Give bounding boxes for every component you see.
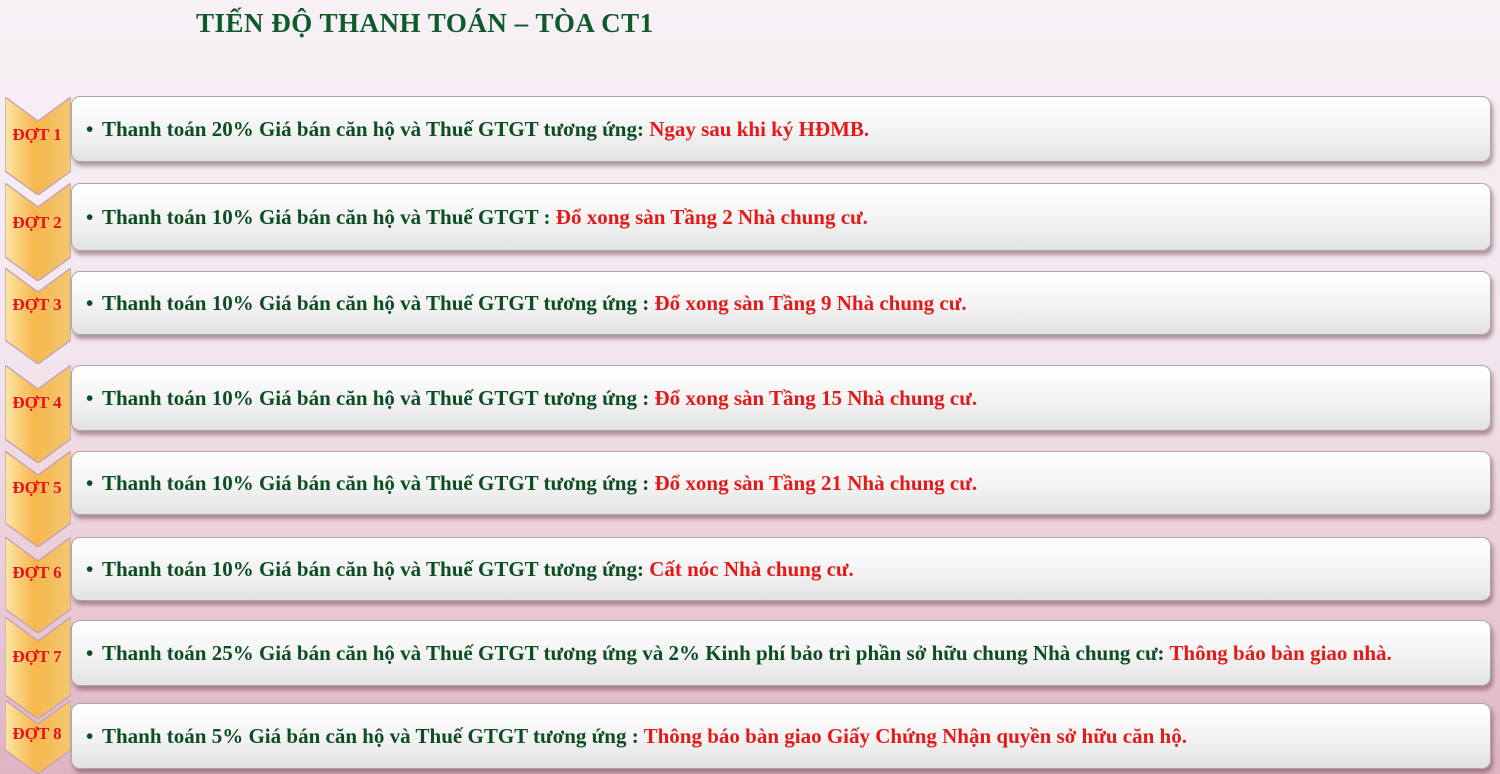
payment-terms: Thanh toán 10% Giá bán căn hộ và Thuế GT… <box>102 557 650 581</box>
step-content-box: • Thanh toán 10% Giá bán căn hộ và Thuế G… <box>71 537 1491 601</box>
step-content-box: • Thanh toán 20% Giá bán căn hộ và Thuế G… <box>71 96 1491 162</box>
step-label: ĐỢT 8 <box>12 724 62 743</box>
step-description: • Thanh toán 10% Giá bán căn hộ và Thuế G… <box>86 557 854 581</box>
bullet-icon: • <box>86 724 94 748</box>
payment-terms: Thanh toán 10% Giá bán căn hộ và Thuế GT… <box>102 386 655 410</box>
bullet-icon: • <box>86 117 94 141</box>
step-content-box: • Thanh toán 10% Giá bán căn hộ và Thuế G… <box>71 183 1491 251</box>
payment-terms: Thanh toán 10% Giá bán căn hộ và Thuế GT… <box>102 471 655 495</box>
step-description: • Thanh toán 10% Giá bán căn hộ và Thuế G… <box>86 291 967 315</box>
step-content-box: • Thanh toán 10% Giá bán căn hộ và Thuế G… <box>71 365 1491 431</box>
bullet-icon: • <box>86 386 94 410</box>
payment-schedule: ĐỢT 1 • Thanh toán 20% Giá bán căn hộ và T… <box>0 0 1500 774</box>
chevron-arrow-icon <box>5 97 71 195</box>
payment-milestone: Đổ xong sàn Tầng 9 Nhà chung cư. <box>654 291 967 315</box>
chevron-arrow-icon <box>5 365 71 463</box>
step-label: ĐỢT 5 <box>12 478 62 497</box>
payment-terms: Thanh toán 10% Giá bán căn hộ và Thuế GT… <box>102 205 556 229</box>
step-content-box: • Thanh toán 10% Giá bán căn hộ và Thuế G… <box>71 451 1491 515</box>
step-label: ĐỢT 7 <box>12 647 62 666</box>
step-label: ĐỢT 6 <box>12 563 62 582</box>
payment-milestone: Ngay sau khi ký HĐMB. <box>649 117 870 141</box>
step-description: • Thanh toán 25% Giá bán căn hộ và Thuế G… <box>86 641 1392 665</box>
payment-terms: Thanh toán 10% Giá bán căn hộ và Thuế GT… <box>102 291 655 315</box>
bullet-icon: • <box>86 291 94 315</box>
step-content-box: • Thanh toán 5% Giá bán căn hộ và Thuế GT… <box>71 703 1491 769</box>
payment-milestone: Thông báo bàn giao nhà. <box>1169 641 1392 665</box>
step-description: • Thanh toán 10% Giá bán căn hộ và Thuế G… <box>86 471 978 495</box>
step-label: ĐỢT 1 <box>12 125 62 144</box>
step-label: ĐỢT 3 <box>12 295 62 314</box>
bullet-icon: • <box>86 641 94 665</box>
step-description: • Thanh toán 10% Giá bán căn hộ và Thuế G… <box>86 386 978 410</box>
chevron-arrow-icon <box>5 268 71 364</box>
payment-terms: Thanh toán 5% Giá bán căn hộ và Thuế GTG… <box>102 724 644 748</box>
step-content-box: • Thanh toán 10% Giá bán căn hộ và Thuế G… <box>71 271 1491 335</box>
payment-milestone: Đổ xong sàn Tầng 21 Nhà chung cư. <box>654 471 978 495</box>
bullet-icon: • <box>86 557 94 581</box>
step-description: • Thanh toán 10% Giá bán căn hộ và Thuế G… <box>86 205 868 229</box>
step-description: • Thanh toán 20% Giá bán căn hộ và Thuế G… <box>86 117 870 141</box>
payment-terms: Thanh toán 25% Giá bán căn hộ và Thuế GT… <box>102 641 1170 665</box>
chevron-arrow-icon <box>5 451 71 547</box>
bullet-icon: • <box>86 471 94 495</box>
step-description: • Thanh toán 5% Giá bán căn hộ và Thuế GT… <box>86 724 1187 748</box>
bullet-icon: • <box>86 205 94 229</box>
payment-milestone: Cất nóc Nhà chung cư. <box>649 557 854 581</box>
payment-terms: Thanh toán 20% Giá bán căn hộ và Thuế GT… <box>102 117 650 141</box>
payment-milestone: Đổ xong sàn Tầng 15 Nhà chung cư. <box>654 386 978 410</box>
payment-milestone: Thông báo bàn giao Giấy Chứng Nhận quyền… <box>643 724 1187 748</box>
step-label: ĐỢT 4 <box>12 393 62 412</box>
payment-milestone: Đổ xong sàn Tầng 2 Nhà chung cư. <box>555 205 868 229</box>
step-label: ĐỢT 2 <box>12 213 62 232</box>
step-content-box: • Thanh toán 25% Giá bán căn hộ và Thuế G… <box>71 620 1491 686</box>
